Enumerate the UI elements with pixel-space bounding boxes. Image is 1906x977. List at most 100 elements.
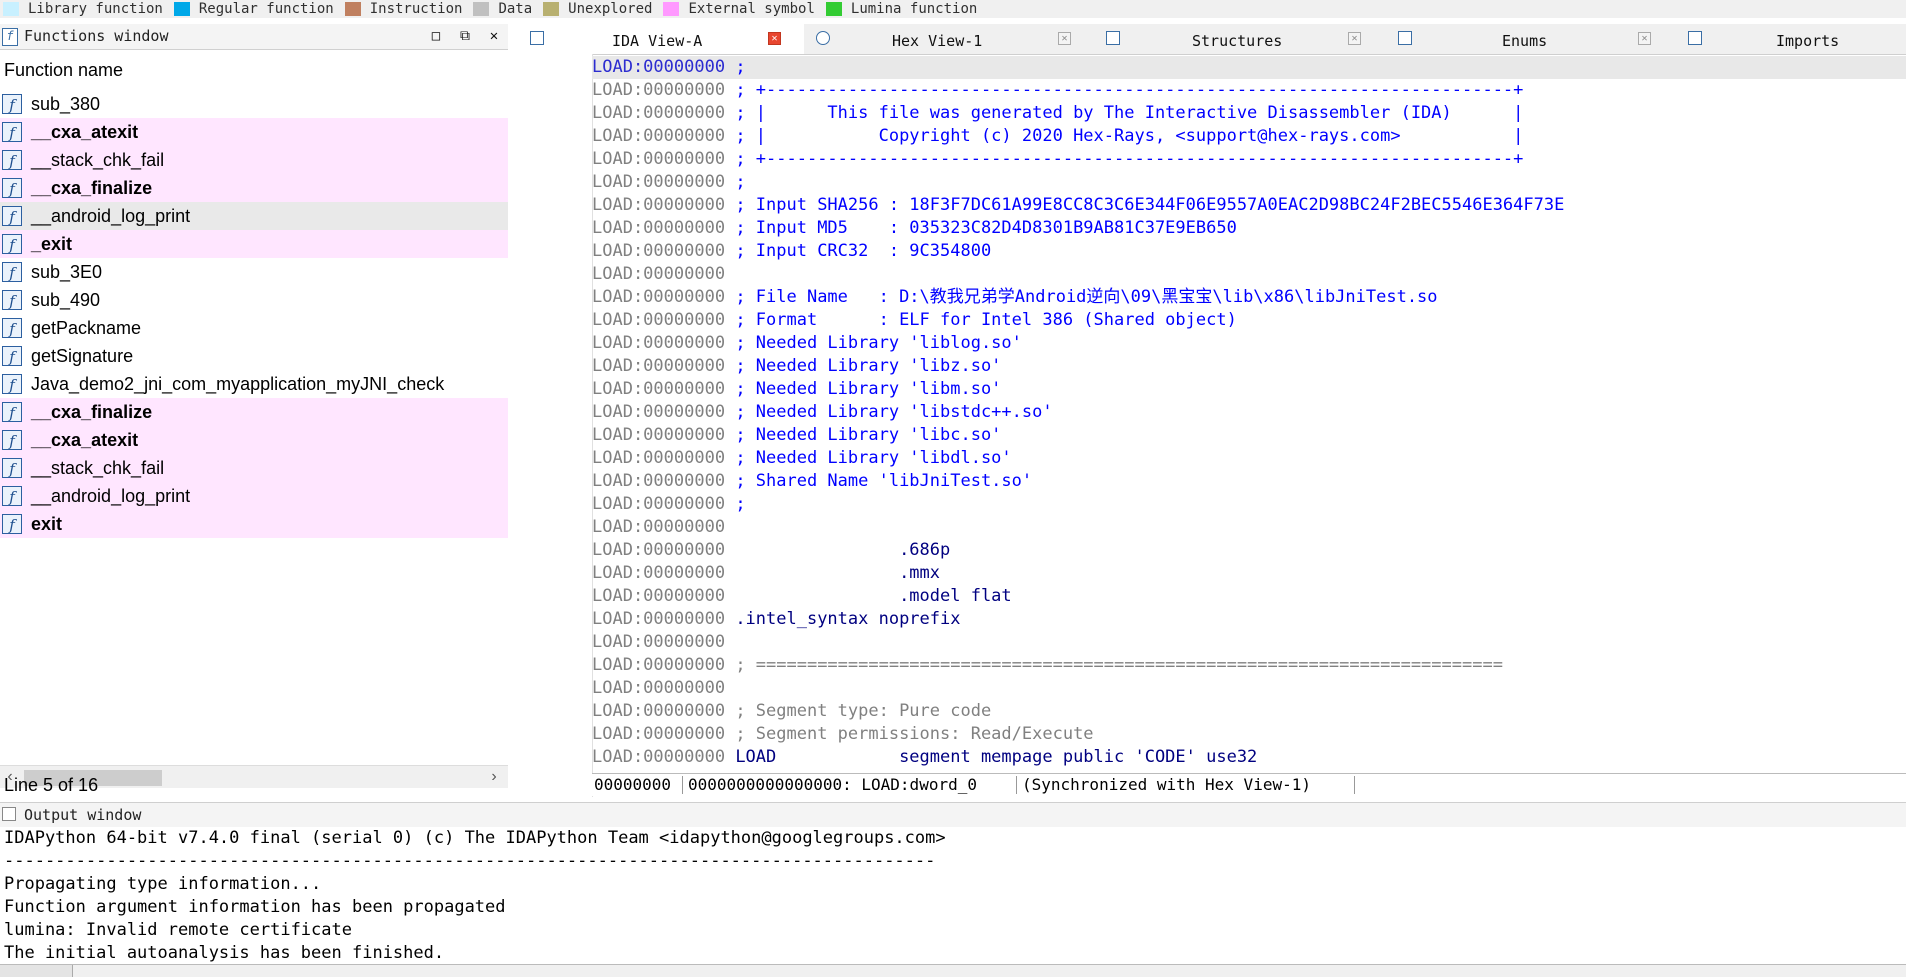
disassembly-line[interactable]: LOAD:00000000 ; (592, 56, 1906, 79)
close-tab-icon[interactable]: ✕ (1638, 32, 1651, 45)
output-line: IDAPython 64-bit v7.4.0 final (serial 0)… (4, 828, 946, 848)
command-language-button[interactable] (0, 965, 73, 977)
function-row[interactable]: f _exit (0, 230, 508, 258)
line-address: LOAD:00000000 (592, 57, 726, 77)
disassembly-line[interactable]: LOAD:00000000 ; Input CRC32 : 9C354800 (592, 240, 1906, 263)
function-row[interactable]: f sub_3E0 (0, 258, 508, 286)
disassembly-line[interactable]: LOAD:00000000 ; Needed Library 'liblog.s… (592, 332, 1906, 355)
disassembly-line[interactable]: LOAD:00000000 .686p (592, 539, 1906, 562)
disassembly-line[interactable]: LOAD:00000000 ; Needed Library 'libz.so' (592, 355, 1906, 378)
line-text: ; +-------------------------------------… (735, 149, 1524, 169)
function-row[interactable]: f exit (0, 510, 508, 538)
disassembly-line[interactable]: LOAD:00000000 ; Needed Library 'libc.so' (592, 424, 1906, 447)
disassembly-line[interactable]: LOAD:00000000 ; Needed Library 'libdl.so… (592, 447, 1906, 470)
tab-label: IDA View-A (612, 32, 703, 50)
tab-hex-view-1[interactable]: Hex View-1 ✕ (804, 24, 1094, 54)
line-address: LOAD:00000000 (592, 379, 726, 399)
line-address: LOAD:00000000 (592, 149, 726, 169)
function-list: f sub_380 f __cxa_atexit f __stack_chk_fail f _… (0, 90, 508, 538)
column-header-function-name[interactable]: Function name (0, 60, 123, 81)
function-row[interactable]: f __android_log_print (0, 202, 508, 230)
disassembly-listing[interactable]: LOAD:00000000 ; LOAD:00000000 ; +--------… (592, 56, 1906, 766)
function-row[interactable]: f sub_380 (0, 90, 508, 118)
disassembly-line[interactable]: LOAD:00000000 ; | This file was generate… (592, 102, 1906, 125)
function-icon: f (2, 122, 22, 142)
function-row[interactable]: f __cxa_finalize (0, 398, 508, 426)
legend-label: Unexplored (568, 1, 653, 17)
function-name: __android_log_print (31, 486, 191, 506)
legend-bar: Library function Regular function Instruct… (0, 0, 1906, 18)
function-row[interactable]: f getSignature (0, 342, 508, 370)
disassembly-line[interactable]: LOAD:00000000 ; +-----------------------… (592, 148, 1906, 171)
disassembly-line[interactable]: LOAD:00000000 (592, 631, 1906, 654)
restore-icon[interactable]: ⧉ (456, 26, 474, 46)
disassembly-line[interactable]: LOAD:00000000 ; ========================… (592, 654, 1906, 677)
line-text: ; Input SHA256 : 18F3F7DC61A99E8CC8C3C6E… (735, 195, 1565, 215)
disassembly-line[interactable]: LOAD:00000000 ; Input MD5 : 035323C82D4D… (592, 217, 1906, 240)
separator (682, 776, 683, 794)
disassembly-line[interactable]: LOAD:00000000 ; | Copyright (c) 2020 Hex… (592, 125, 1906, 148)
function-row[interactable]: f __stack_chk_fail (0, 454, 508, 482)
close-icon[interactable]: ✕ (485, 26, 503, 46)
function-row[interactable]: f Java_demo2_jni_com_myapplication_myJNI_… (0, 370, 508, 398)
functions-status: Line 5 of 16 (4, 775, 99, 795)
disassembly-line[interactable]: LOAD:00000000 ; Needed Library 'libstdc+… (592, 401, 1906, 424)
command-bar[interactable] (0, 964, 1906, 977)
output-line: Propagating type information... (4, 874, 322, 894)
line-address: LOAD:00000000 (592, 448, 726, 468)
function-icon: f (2, 150, 22, 170)
disassembly-line[interactable]: LOAD:00000000 ; +-----------------------… (592, 79, 1906, 102)
function-row[interactable]: f __cxa_finalize (0, 174, 508, 202)
function-row[interactable]: f __cxa_atexit (0, 426, 508, 454)
tab-imports[interactable]: Imports (1674, 24, 1906, 54)
line-text: ; Segment type: Pure code (735, 701, 992, 721)
disassembly-line[interactable]: LOAD:00000000 .intel_syntax noprefix (592, 608, 1906, 631)
line-address: LOAD:00000000 (592, 241, 726, 261)
output-icon (2, 807, 16, 821)
function-icon: f (2, 234, 22, 254)
close-tab-icon[interactable]: ✕ (1348, 32, 1361, 45)
scroll-right-icon[interactable]: › (484, 766, 504, 788)
tab-structures[interactable]: Structures ✕ (1094, 24, 1384, 54)
output-line: ----------------------------------------… (4, 851, 936, 871)
close-tab-icon[interactable]: ✕ (1058, 32, 1071, 45)
function-row[interactable]: f __android_log_print (0, 482, 508, 510)
function-row[interactable]: f sub_490 (0, 286, 508, 314)
disassembly-line[interactable]: LOAD:00000000 ; Input SHA256 : 18F3F7DC6… (592, 194, 1906, 217)
disassembly-line[interactable]: LOAD:00000000 (592, 516, 1906, 539)
disassembly-line[interactable]: LOAD:00000000 ; Segment type: Pure code (592, 700, 1906, 723)
function-row[interactable]: f __cxa_atexit (0, 118, 508, 146)
disassembly-line[interactable]: LOAD:00000000 ; Segment permissions: Rea… (592, 723, 1906, 746)
disassembly-line[interactable]: LOAD:00000000 .mmx (592, 562, 1906, 585)
functions-window-titlebar[interactable]: f Functions window □ ⧉ ✕ (0, 24, 508, 50)
disassembly-line[interactable]: LOAD:00000000 LOAD segment mempage publi… (592, 746, 1906, 766)
line-address: LOAD:00000000 (592, 586, 726, 606)
disassembly-line[interactable]: LOAD:00000000 ; (592, 171, 1906, 194)
disassembly-line[interactable]: LOAD:00000000 .model flat (592, 585, 1906, 608)
function-row[interactable]: f __stack_chk_fail (0, 146, 508, 174)
disassembly-line[interactable]: LOAD:00000000 (592, 677, 1906, 700)
function-name: __cxa_finalize (31, 402, 153, 422)
legend-swatch (3, 2, 19, 16)
output-window-titlebar[interactable]: Output window (0, 802, 1906, 828)
tab-ida-view-a[interactable]: IDA View-A ✕ (512, 24, 804, 54)
tab-enums[interactable]: Enums ✕ (1384, 24, 1674, 54)
line-address: LOAD:00000000 (592, 218, 726, 238)
functions-window: f Functions window □ ⧉ ✕ Function name f… (0, 24, 508, 802)
disassembly-line[interactable]: LOAD:00000000 ; Format : ELF for Intel 3… (592, 309, 1906, 332)
function-icon: f (2, 94, 22, 114)
line-address: LOAD:00000000 (592, 724, 726, 744)
disassembly-line[interactable]: LOAD:00000000 ; (592, 493, 1906, 516)
disassembly-line[interactable]: LOAD:00000000 ; File Name : D:\教我兄弟学Andr… (592, 286, 1906, 309)
status-sync: (Synchronized with Hex View-1) (1022, 775, 1311, 794)
disassembly-line[interactable]: LOAD:00000000 ; Shared Name 'libJniTest.… (592, 470, 1906, 493)
minimize-icon[interactable]: □ (427, 26, 445, 46)
output-window-log[interactable]: IDAPython 64-bit v7.4.0 final (serial 0)… (0, 827, 1906, 964)
close-tab-icon[interactable]: ✕ (768, 32, 781, 45)
disassembly-line[interactable]: LOAD:00000000 (592, 263, 1906, 286)
function-row[interactable]: f getPackname (0, 314, 508, 342)
line-address: LOAD:00000000 (592, 264, 726, 284)
function-name: Java_demo2_jni_com_myapplication_myJNI_c… (31, 374, 445, 394)
function-icon: f (2, 402, 22, 422)
disassembly-line[interactable]: LOAD:00000000 ; Needed Library 'libm.so' (592, 378, 1906, 401)
